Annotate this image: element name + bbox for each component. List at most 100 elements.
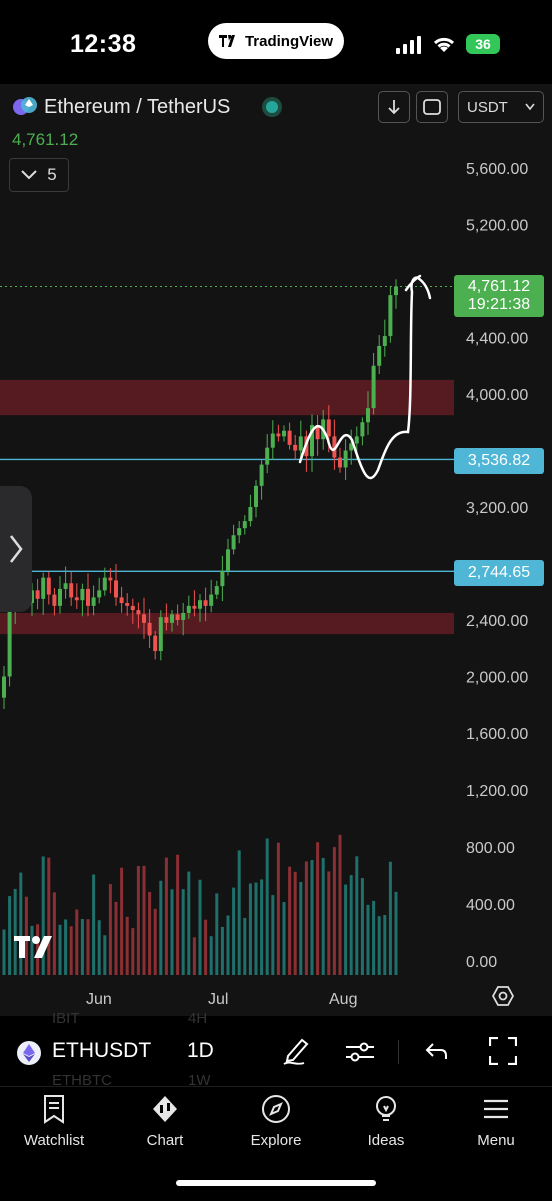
volume-bar [243,917,247,975]
volume-bar [209,936,213,975]
time-axis-label: Jun [86,991,112,1008]
market-open-icon [262,97,283,117]
candle-body [198,600,202,609]
chart-panel[interactable]: 5,600.00 5,200.00 4,400.00 4,000.00 3,200.00… [0,84,552,1016]
volume-bar [148,891,152,975]
level-1-tag: 3,536.82 [454,448,544,474]
indicator-sliders-icon[interactable] [345,1040,375,1064]
volume-bar [92,874,96,975]
volume-bar [120,867,124,975]
volume-bar [220,926,224,975]
symbol-ticker[interactable]: ETHUSDT [52,1039,151,1063]
watchlist-icon [44,1095,64,1124]
volume-bar [176,854,180,975]
volume-axis-label: 800.00 [466,840,515,857]
candle-body [371,365,376,409]
volume-bar [69,926,73,975]
candle-body [259,464,264,486]
candle-body [231,535,236,550]
price-chart[interactable]: 5,600.00 5,200.00 4,400.00 4,000.00 3,200.00… [0,84,552,1016]
candle-body [164,617,169,623]
tab-chart[interactable]: Chart [115,1094,215,1149]
tab-label: Chart [146,1132,184,1149]
expand-fullscreen-icon[interactable] [489,1037,517,1065]
candle-body [377,345,382,366]
candle-body [136,610,141,615]
tab-menu[interactable]: Menu [446,1094,546,1149]
candle-body [242,521,247,529]
price-axis-label: 2,400.00 [466,613,528,630]
resistance-zone-1 [0,379,454,416]
volume-bar [265,838,269,975]
volume-bar [288,866,292,975]
ethereum-coin-icon [17,1041,41,1065]
interval-selector[interactable]: 1D [187,1039,214,1063]
fullscreen-button[interactable] [416,91,448,123]
candle-body [108,577,113,581]
indicators-toggle[interactable]: 5 [9,158,69,192]
candle-body [97,590,102,598]
volume-bar [355,856,359,975]
tab-label: Explore [250,1132,302,1149]
tab-label: Watchlist [23,1132,85,1149]
app-pill-label: TradingView [244,32,334,50]
candle-body [170,614,174,623]
candle-body [192,605,197,609]
hamburger-menu-icon [484,1099,508,1119]
volume-bar [52,892,56,975]
currency-select[interactable]: USDT [458,91,544,123]
currency-value: USDT [467,98,508,116]
pair-title[interactable]: Ethereum / TetherUS [44,96,230,119]
wifi-icon [433,37,455,52]
tab-explore[interactable]: Explore [226,1094,326,1149]
tab-watchlist[interactable]: Watchlist [4,1094,104,1149]
home-indicator [176,1180,376,1186]
price-axis-label: 3,200.00 [466,500,528,517]
candle-body [366,408,370,423]
tradingview-pill[interactable]: TradingView [208,23,344,59]
toolbar-divider [398,1040,399,1064]
volume-bar [75,909,79,975]
download-button[interactable] [378,91,410,123]
candle-body [153,635,158,652]
ghost-symbol-1: IBIT [52,1010,80,1027]
candle-body [343,450,348,468]
volume-bar [260,879,264,975]
candle-body [181,612,186,620]
level-2-tag: 2,744.65 [454,560,544,586]
tab-ideas[interactable]: Ideas [336,1094,436,1149]
time-axis-label: Aug [329,991,357,1008]
volume-axis-label: 400.00 [466,897,515,914]
volume-bar [131,928,135,975]
candle-body [35,590,40,599]
signal-icon [396,36,421,54]
candle-body [265,447,270,465]
candle-body [270,433,275,448]
undo-icon[interactable] [425,1042,447,1060]
candle-body [63,583,68,589]
candle-body [226,549,230,571]
volume-bar [64,919,68,975]
volume-bar [394,891,398,975]
pen-drawing-icon[interactable] [282,1036,310,1066]
tab-label: Menu [477,1132,515,1149]
volume-bar [344,884,348,975]
volume-bar [316,842,320,975]
candle-body [125,603,130,606]
candle-body [7,608,12,677]
side-panel-handle[interactable] [0,486,32,612]
volume-bar [276,842,280,975]
volume-bar [159,880,163,975]
price-axis-label: 4,000.00 [466,387,528,404]
chevron-down-icon [525,103,535,111]
volume-bar [153,908,157,975]
volume-bar [13,888,17,975]
resistance-zone-2 [0,612,454,635]
volume-bar [366,904,370,975]
chart-icon [153,1096,177,1122]
candle-body [276,433,281,437]
symbol-header[interactable]: Ethereum / TetherUS [12,95,284,119]
chart-settings-icon[interactable] [492,985,514,1007]
price-axis-label: 2,000.00 [466,670,528,687]
candle-body [74,597,79,601]
